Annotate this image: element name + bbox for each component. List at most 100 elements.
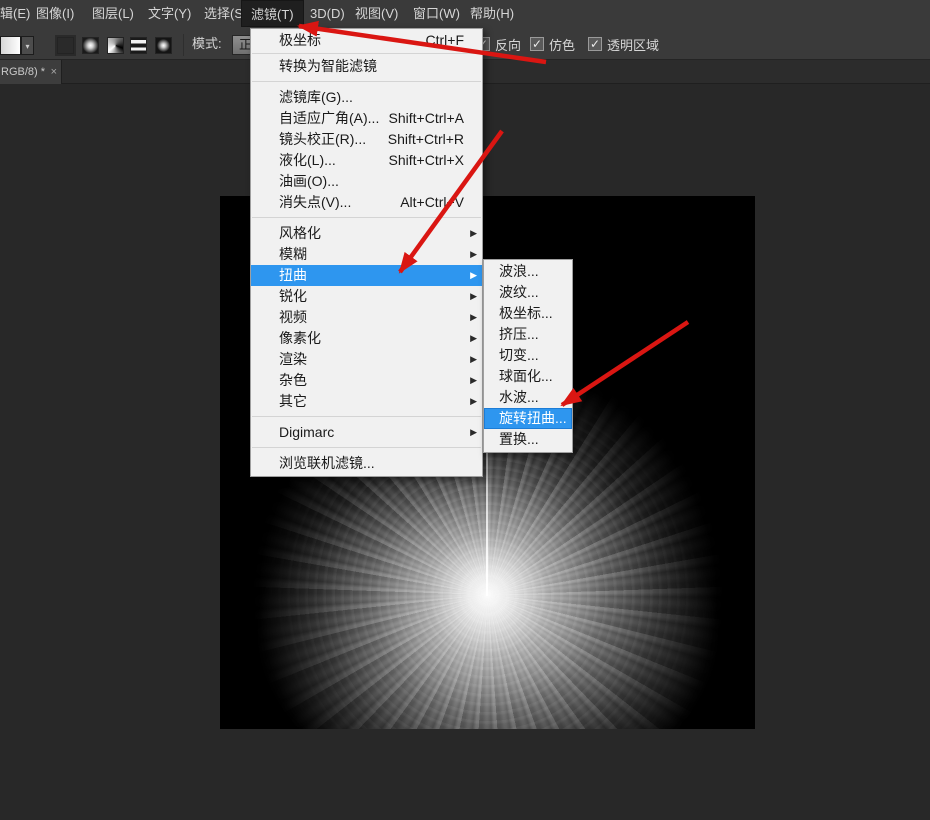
menu-item-label: 其它 [279,391,307,412]
menubar-item-6[interactable]: 3D(D) [310,0,345,27]
menu-item-label: 像素化 [279,328,321,349]
filter-menu-item-5[interactable]: 自适应广角(A)... Shift+Ctrl+A [251,108,482,129]
distort-submenu-item-8[interactable]: 置换... [484,429,572,450]
submenu-arrow-icon: ▶ [470,349,477,370]
filter-menu-item-0[interactable]: 极坐标 Ctrl+F [251,30,482,51]
distort-submenu-item-2[interactable]: 极坐标... [484,303,572,324]
filter-menu-item-4[interactable]: 滤镜库(G)... [251,87,482,108]
menu-separator [251,77,482,87]
menu-item-label: 浏览联机滤镜... [279,453,375,474]
gradient-preview[interactable] [0,36,21,55]
menubar-item-1[interactable]: 图像(I) [36,0,74,27]
menu-item-label: 球面化... [499,366,553,387]
checkbox-2[interactable]: ✓ 透明区域 [588,34,659,54]
menu-item-label: 旋转扭曲... [499,408,567,429]
chevron-down-icon[interactable]: ▾ [21,36,34,55]
menu-item-label: 视频 [279,307,307,328]
menu-item-label: 油画(O)... [279,171,339,192]
menu-item-label: 切变... [499,345,539,366]
filter-menu-item-18[interactable]: 杂色 ▶ [251,370,482,391]
menu-item-shortcut: Shift+Ctrl+R [388,129,464,150]
distort-submenu-item-7[interactable]: 旋转扭曲... [484,408,572,429]
filter-menu-item-7[interactable]: 液化(L)... Shift+Ctrl+X [251,150,482,171]
menu-item-label: 锐化 [279,286,307,307]
menu-item-shortcut: Shift+Ctrl+X [389,150,464,171]
submenu-arrow-icon: ▶ [470,422,477,443]
filter-menu-item-13[interactable]: 扭曲 ▶ [251,265,482,286]
menu-item-label: 波纹... [499,282,539,303]
photoshop-window: 辑(E)图像(I)图层(L)文字(Y)选择(S)滤镜(T)3D(D)视图(V)窗… [0,0,930,820]
menu-item-label: 水波... [499,387,539,408]
menu-separator [251,443,482,453]
filter-menu-item-16[interactable]: 像素化▶ [251,328,482,349]
radial-gradient-icon[interactable] [82,37,99,54]
menu-item-label: 模糊 [279,244,307,265]
menu-item-shortcut: Alt+Ctrl+V [400,192,464,213]
filter-menu-item-11[interactable]: 风格化▶ [251,223,482,244]
menu-item-label: Digimarc [279,422,334,443]
distort-submenu-item-4[interactable]: 切变... [484,345,572,366]
menubar-item-7[interactable]: 视图(V) [355,0,398,27]
filter-menu-item-21[interactable]: Digimarc ▶ [251,422,482,443]
filter-menu-item-8[interactable]: 油画(O)... [251,171,482,192]
filter-menu-item-23[interactable]: 浏览联机滤镜... [251,453,482,474]
filter-menu-panel: 极坐标 Ctrl+F 转换为智能滤镜滤镜库(G)...自适应广角(A)... Shif… [250,28,483,477]
filter-menu-item-9[interactable]: 消失点(V)...Alt+Ctrl+V [251,192,482,213]
menu-item-label: 镜头校正(R)... [279,129,366,150]
reflected-gradient-icon[interactable] [130,37,147,54]
distort-submenu-item-1[interactable]: 波纹... [484,282,572,303]
filter-menu-item-12[interactable]: 模糊▶ [251,244,482,265]
menubar-item-3[interactable]: 文字(Y) [148,0,191,27]
menu-item-label: 渲染 [279,349,307,370]
mode-label: 模式: [192,27,222,60]
submenu-arrow-icon: ▶ [470,370,477,391]
distort-submenu-item-5[interactable]: 球面化... [484,366,572,387]
document-tab-title: RGB/8) * [0,66,45,78]
document-tab[interactable]: RGB/8) * × [0,60,62,84]
distort-submenu-item-3[interactable]: 挤压... [484,324,572,345]
filter-menu-item-15[interactable]: 视频 ▶ [251,307,482,328]
menu-item-label: 波浪... [499,261,539,282]
menu-item-label: 扭曲 [279,265,307,286]
diamond-gradient-icon[interactable] [155,37,172,54]
filter-menu-item-17[interactable]: 渲染 ▶ [251,349,482,370]
angle-gradient-icon[interactable] [107,37,124,54]
menu-item-label: 自适应广角(A)... [279,108,379,129]
menu-item-shortcut: Ctrl+F [426,30,465,51]
menubar-item-2[interactable]: 图层(L) [92,0,134,27]
checkmark-icon[interactable]: ✓ [530,37,544,51]
menubar-item-0[interactable]: 辑(E) [0,0,30,27]
distort-submenu-panel: 波浪...波纹...极坐标...挤压...切变...球面化...水波...旋转扭… [483,259,573,453]
menu-item-label: 挤压... [499,324,539,345]
checkmark-icon[interactable]: ✓ [588,37,602,51]
filter-menu-item-6[interactable]: 镜头校正(R)... Shift+Ctrl+R [251,129,482,150]
menubar-item-9[interactable]: 帮助(H) [470,0,514,27]
menu-bar: 辑(E)图像(I)图层(L)文字(Y)选择(S)滤镜(T)3D(D)视图(V)窗… [0,0,930,27]
menu-item-label: 置换... [499,429,539,450]
checkbox-label: 透明区域 [607,35,659,54]
submenu-arrow-icon: ▶ [470,286,477,307]
menu-item-label: 转换为智能滤镜 [279,56,377,77]
menu-item-shortcut: Shift+Ctrl+A [389,108,464,129]
submenu-arrow-icon: ▶ [470,265,477,286]
filter-menu-item-19[interactable]: 其它▶ [251,391,482,412]
checkbox-label: 仿色 [549,35,575,54]
menu-item-label: 杂色 [279,370,307,391]
filter-menu-item-2[interactable]: 转换为智能滤镜 [251,56,482,77]
menu-separator [251,213,482,223]
submenu-arrow-icon: ▶ [470,307,477,328]
checkbox-1[interactable]: ✓ 仿色 [530,34,575,54]
menu-item-label: 极坐标 [279,30,321,51]
close-icon[interactable]: × [51,60,57,84]
menu-item-label: 极坐标... [499,303,553,324]
filter-menu-item-14[interactable]: 锐化 ▶ [251,286,482,307]
menubar-item-8[interactable]: 窗口(W) [413,0,460,27]
menubar-item-5[interactable]: 滤镜(T) [241,0,304,27]
menu-item-label: 液化(L)... [279,150,336,171]
linear-gradient-icon[interactable] [57,37,74,54]
menu-item-label: 滤镜库(G)... [279,87,353,108]
checkbox-label: 反向 [495,35,521,54]
distort-submenu-item-0[interactable]: 波浪... [484,261,572,282]
distort-submenu-item-6[interactable]: 水波... [484,387,572,408]
submenu-arrow-icon: ▶ [470,223,477,244]
